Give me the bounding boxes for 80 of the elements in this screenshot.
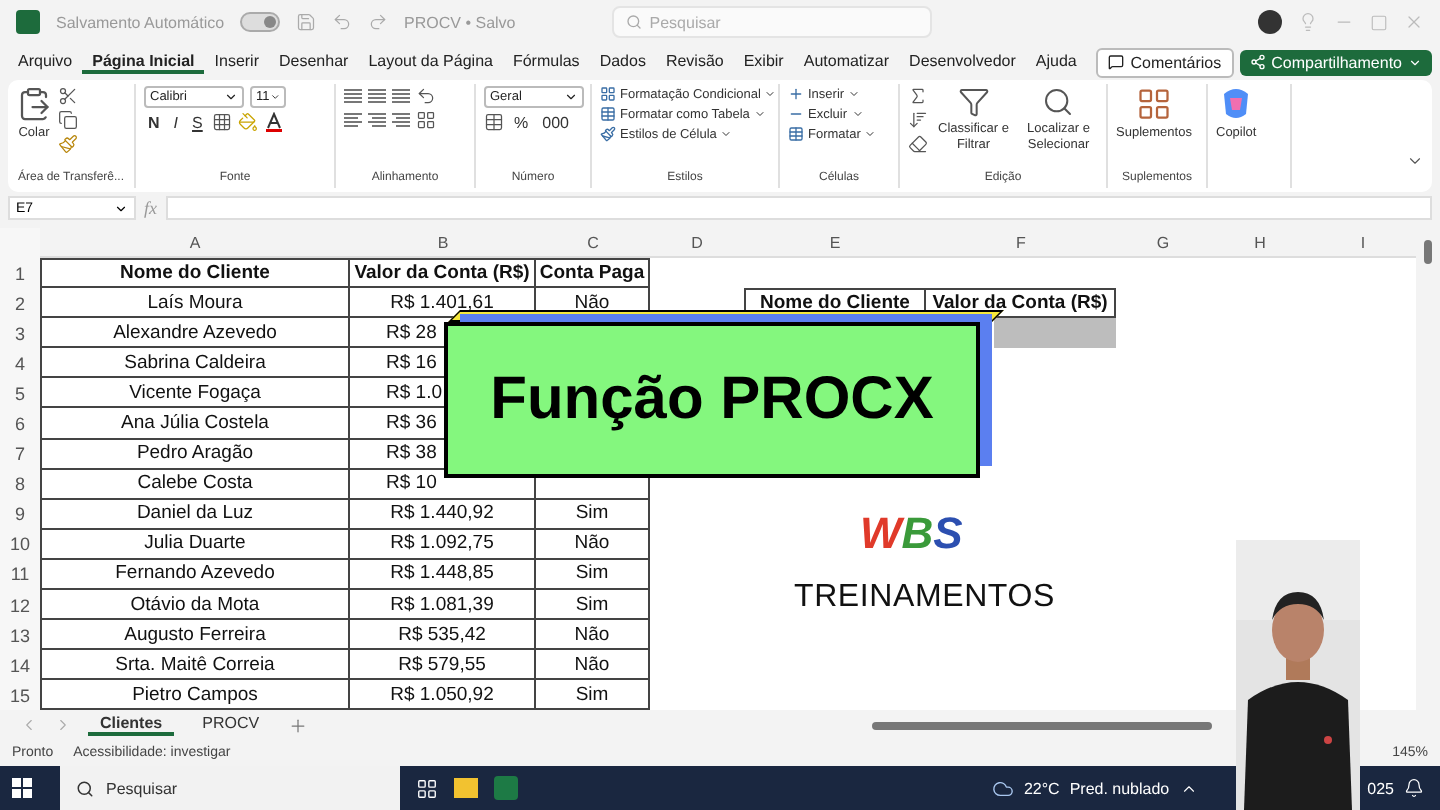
column-title: Nome do Cliente (40, 258, 350, 289)
table-cell: Sim (536, 499, 650, 530)
column-header[interactable]: E (744, 228, 926, 258)
table-cell: R$ 1.092,75 (350, 529, 536, 560)
table-cell: Fernando Azevedo (40, 559, 350, 591)
autosave-label: Salvamento Automático (56, 13, 225, 31)
menu-tab[interactable]: Desenhar (269, 51, 359, 73)
menu-tab[interactable]: Fórmulas (502, 51, 590, 73)
underline-button[interactable]: S (188, 113, 207, 131)
comments-button[interactable]: Comentários (1096, 47, 1234, 77)
menu-tab[interactable]: Exibir (733, 51, 794, 73)
column-title: Valor da Conta (R$) (350, 258, 536, 289)
taskbar-search-field[interactable]: Pesquisar (60, 766, 400, 810)
table-cell: R$ 1.440,92 (350, 499, 536, 530)
column-header[interactable]: H (1210, 228, 1310, 258)
row-header[interactable]: 11 (0, 559, 40, 591)
table-cell: Não (536, 650, 650, 681)
percent-button[interactable]: % (510, 113, 533, 131)
menu-tab[interactable]: Revisão (655, 51, 734, 73)
italic-button[interactable]: I (169, 113, 183, 131)
table-cell: Augusto Ferreira (40, 620, 350, 651)
table-cell: R$ 535,42 (350, 620, 536, 651)
logo-caption: TREINAMENTOS (794, 580, 1055, 616)
menu-tab[interactable]: Página Inicial (82, 51, 205, 73)
table-cell: Sim (536, 590, 650, 621)
menu-tab[interactable]: Dados (589, 51, 656, 73)
row-header[interactable]: 13 (0, 620, 40, 651)
row-header[interactable]: 2 (0, 288, 40, 319)
table-cell: Vicente Fogaça (40, 378, 350, 409)
row-header[interactable]: 5 (0, 378, 40, 409)
table-cell: R$ 1.448,85 (350, 559, 536, 591)
row-header[interactable]: 10 (0, 529, 40, 560)
row-header[interactable]: 3 (0, 318, 40, 349)
logo: WBS (860, 508, 963, 560)
column-header[interactable]: A (40, 228, 350, 258)
column-header[interactable]: I (1310, 228, 1416, 258)
row-header[interactable]: 7 (0, 439, 40, 470)
row-header[interactable]: 9 (0, 499, 40, 530)
row-header[interactable]: 8 (0, 469, 40, 500)
table-cell: Daniel da Luz (40, 499, 350, 530)
row-header[interactable]: 12 (0, 590, 40, 621)
table-cell: Ana Júlia Costela (40, 408, 350, 440)
thousands-button[interactable]: 000 (538, 113, 573, 131)
table-cell: R$ 579,55 (350, 650, 536, 681)
table-cell: Calebe Costa (40, 469, 350, 500)
table-cell: Laís Moura (40, 288, 350, 319)
sheet-tab[interactable]: PROCV (190, 714, 272, 736)
table-cell: R$ 1.081,39 (350, 590, 536, 621)
share-button[interactable]: Compartilhamento (1239, 49, 1432, 75)
column-title: Conta Paga (536, 258, 650, 289)
menu-tab[interactable]: Desenvolvedor (899, 51, 1026, 73)
sheet-tab[interactable]: Clientes (88, 714, 175, 736)
table-cell: Alexandre Azevedo (40, 318, 350, 349)
row-header[interactable]: 15 (0, 680, 40, 710)
menu-tab[interactable]: Inserir (204, 51, 269, 73)
column-header[interactable]: G (1116, 228, 1210, 258)
column-header[interactable]: C (536, 228, 650, 258)
table-cell: Sim (536, 559, 650, 591)
menu-tab[interactable]: Arquivo (8, 51, 83, 73)
row-header[interactable]: 1 (0, 258, 40, 289)
menu-tab[interactable]: Automatizar (793, 51, 900, 73)
table-cell: Julia Duarte (40, 529, 350, 560)
column-header[interactable]: F (926, 228, 1116, 258)
table-cell: Sabrina Caldeira (40, 348, 350, 379)
column-header[interactable]: B (350, 228, 536, 258)
table-cell: Otávio da Mota (40, 590, 350, 621)
table-cell: Não (536, 620, 650, 651)
row-header[interactable]: 4 (0, 348, 40, 379)
table-cell: Srta. Maitê Correia (40, 650, 350, 681)
clock[interactable]: 025 (1367, 779, 1394, 797)
row-header[interactable]: 6 (0, 408, 40, 440)
menu-tab[interactable]: Ajuda (1025, 51, 1087, 73)
table-cell: Não (536, 529, 650, 560)
menu-tab[interactable]: Layout da Página (358, 51, 503, 73)
bold-button[interactable]: N (144, 113, 164, 131)
temperature[interactable]: 22°C (1023, 779, 1060, 797)
column-header[interactable]: D (650, 228, 744, 258)
weather-text[interactable]: Pred. nublado (1069, 779, 1170, 797)
table-cell: Pedro Aragão (40, 439, 350, 470)
row-header[interactable]: 14 (0, 650, 40, 681)
